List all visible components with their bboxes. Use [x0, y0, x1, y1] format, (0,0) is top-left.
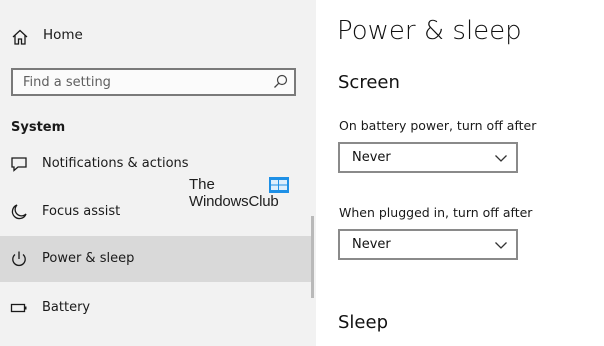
sidebar-item-label: Battery [42, 300, 91, 315]
power-icon [12, 251, 26, 267]
moon-icon [11, 204, 27, 220]
sidebar-scrollbar[interactable] [311, 216, 314, 298]
chevron-down-icon [495, 155, 507, 162]
home-label: Home [43, 27, 83, 43]
search-icon[interactable] [273, 74, 288, 89]
sidebar: Home System Notifications & actions Focu… [0, 0, 316, 346]
battery-turn-off-label: On battery power, turn off after [339, 118, 537, 133]
battery-turn-off-dropdown[interactable]: Never [338, 142, 518, 173]
sidebar-item-label: Focus assist [42, 204, 121, 219]
dropdown-value: Never [352, 150, 391, 165]
sidebar-item-power-sleep[interactable]: Power & sleep [0, 236, 312, 282]
notifications-icon [11, 157, 27, 172]
home-nav-item[interactable]: Home [0, 20, 316, 52]
sidebar-item-label: Notifications & actions [42, 156, 189, 171]
sidebar-item-battery[interactable]: Battery [0, 285, 312, 331]
windows-logo-icon [269, 177, 289, 193]
page-title: Power & sleep [337, 16, 522, 46]
home-icon [12, 29, 28, 45]
plugged-turn-off-dropdown[interactable]: Never [338, 229, 518, 260]
watermark-line1: The [189, 176, 215, 193]
sidebar-item-label: Power & sleep [42, 251, 135, 266]
chevron-down-icon [495, 242, 507, 249]
watermark-line2: WindowsClub [189, 193, 279, 210]
main-content: Power & sleep Screen On battery power, t… [316, 0, 604, 346]
screen-section-title: Screen [338, 72, 400, 93]
search-input[interactable] [13, 70, 263, 94]
dropdown-value: Never [352, 237, 391, 252]
section-title: System [11, 120, 66, 135]
search-box[interactable] [11, 68, 296, 96]
watermark: The WindowsClub [189, 176, 293, 214]
sleep-section-title: Sleep [338, 312, 389, 333]
plugged-turn-off-label: When plugged in, turn off after [339, 205, 533, 220]
battery-icon [10, 303, 27, 313]
